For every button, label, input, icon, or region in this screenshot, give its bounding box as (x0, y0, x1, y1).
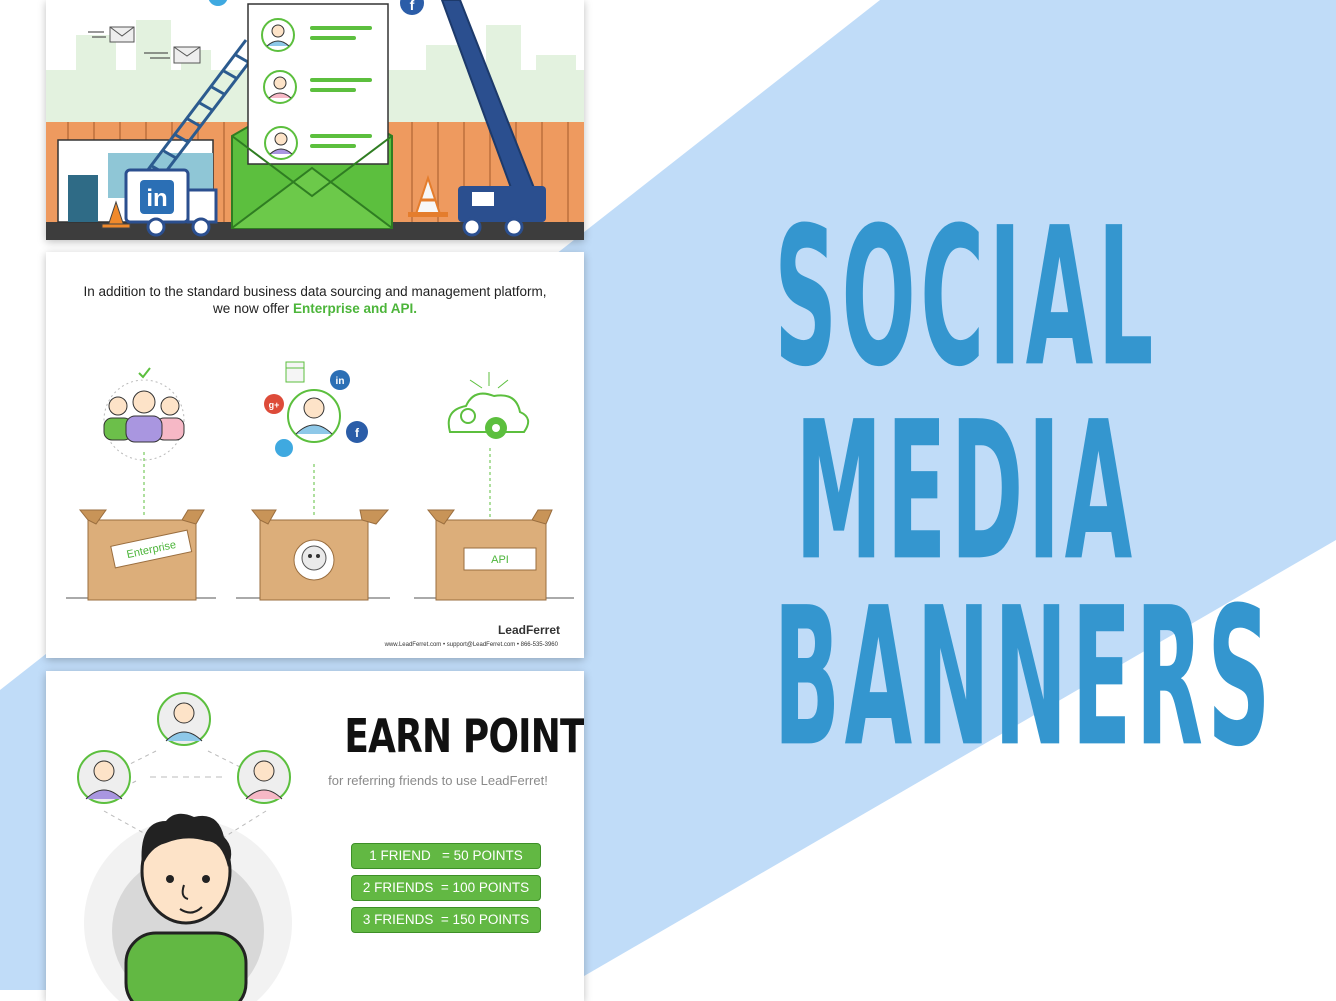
twitter-icon (275, 439, 293, 457)
contact-avatar (261, 18, 295, 52)
api-label: API (491, 554, 509, 566)
headline-banners: BANNERS (773, 565, 1275, 789)
reward-pill: 2 FRIENDS = 100 POINTS (351, 875, 541, 901)
headline-media: MEDIA (795, 379, 1137, 603)
svg-text:g+: g+ (269, 400, 280, 410)
earn-points-title: EARN POINTS (344, 709, 584, 763)
svg-text:in: in (146, 185, 167, 212)
earn-points-subtitle: for referring friends to use LeadFerret! (328, 773, 548, 788)
enterprise-box: Enterprise (66, 509, 216, 601)
brand-logo: LeadFerret (497, 623, 560, 637)
cloud-gear-icon (447, 372, 530, 518)
intro-highlight: Enterprise and API. (293, 301, 418, 316)
reward-pill: 3 FRIENDS = 150 POINTS (351, 907, 541, 933)
calendar-icon (285, 361, 305, 383)
banner-earn-points: EARN POINTS for referring friends to use… (46, 671, 584, 1001)
contact-avatar (263, 70, 297, 104)
friend-avatar (157, 692, 211, 746)
contact-info: www.LeadFerret.com • support@LeadFerret.… (384, 642, 558, 648)
contact-avatar (264, 126, 298, 160)
reward-pill: 1 FRIEND = 50 POINTS (351, 843, 541, 869)
svg-text:in: in (336, 376, 345, 387)
intro-line-2-prefix: we now offer (212, 301, 293, 316)
banner-linkedin-email: in f (46, 0, 584, 240)
friend-avatar (237, 750, 291, 804)
social-profile-icon: in g+ f (264, 361, 368, 518)
linkedin-icon: in (140, 180, 174, 214)
facebook-icon: f (410, 0, 415, 13)
envelope-with-contacts (231, 3, 393, 229)
banner-enterprise-api: in g+ f Enterprise API In addition to th… (46, 252, 584, 658)
intro-line-1: In addition to the standard business dat… (83, 284, 547, 299)
team-group-icon (103, 366, 185, 518)
banner-linkedin-illustration: in f (46, 0, 584, 240)
leadferret-box (236, 509, 390, 601)
api-box: API (414, 509, 574, 601)
headline-social: SOCIAL (774, 185, 1158, 409)
friend-avatar (77, 750, 131, 804)
intro-line-2: we now offer Enterprise and API. (46, 300, 584, 317)
